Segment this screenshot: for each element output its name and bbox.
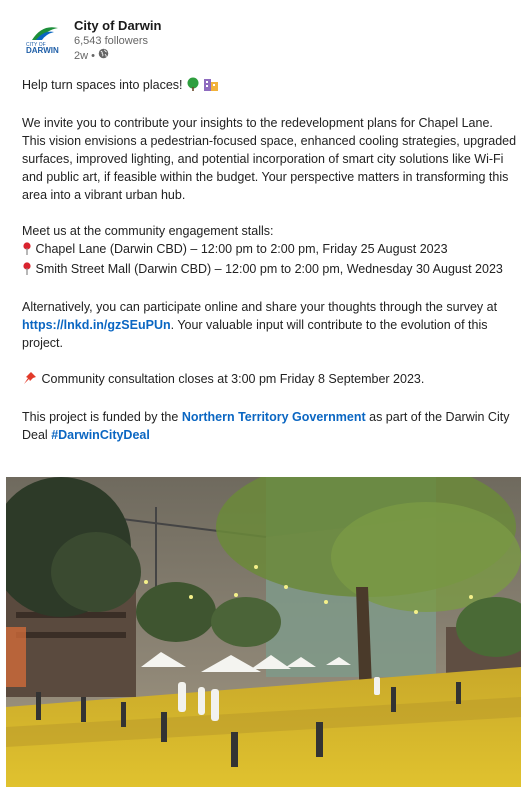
post-header: CITY OF DARWIN City of Darwin 6,543 foll… xyxy=(22,18,161,62)
closing-notice: Community consultation closes at 3:00 pm… xyxy=(22,370,517,390)
funding-statement: This project is funded by the Northern T… xyxy=(22,408,517,444)
svg-text:DARWIN: DARWIN xyxy=(26,46,59,55)
paragraph-invite: We invite you to contribute your insight… xyxy=(22,116,517,202)
headline-text: Help turn spaces into places! xyxy=(22,78,183,92)
post-time: 2w • xyxy=(74,48,161,63)
survey-link[interactable]: https://lnkd.in/gzSEuPUn xyxy=(22,318,171,332)
building-emoji-icon xyxy=(203,77,219,96)
hashtag-darwin-city-deal[interactable]: #DarwinCityDeal xyxy=(51,428,150,442)
city-of-darwin-logo[interactable]: CITY OF DARWIN xyxy=(22,18,66,62)
stall-chapel-lane-text: Chapel Lane (Darwin CBD) – 12:00 pm to 2… xyxy=(35,242,448,256)
linkedin-post: CITY OF DARWIN City of Darwin 6,543 foll… xyxy=(0,0,527,787)
closing-notice-text: Community consultation closes at 3:00 pm… xyxy=(41,372,425,386)
nt-government-link[interactable]: Northern Territory Government xyxy=(182,410,366,424)
chapel-lane-concept-illustration xyxy=(6,477,521,787)
pushpin-icon xyxy=(22,371,38,390)
funding-text-before: This project is funded by the xyxy=(22,410,182,424)
globe-icon xyxy=(98,48,109,63)
post-body: Help turn spaces into places! We invite … xyxy=(22,76,517,444)
follower-count: 6,543 followers xyxy=(74,35,148,47)
post-meta: City of Darwin 6,543 followers 2w • xyxy=(74,18,161,62)
pin-icon xyxy=(22,242,32,260)
pin-icon xyxy=(22,262,32,280)
stall-chapel-lane: Chapel Lane (Darwin CBD) – 12:00 pm to 2… xyxy=(22,240,517,260)
stall-smith-street: Smith Street Mall (Darwin CBD) – 12:00 p… xyxy=(22,260,517,280)
stall-smith-street-text: Smith Street Mall (Darwin CBD) – 12:00 p… xyxy=(35,262,503,276)
post-age: 2w • xyxy=(74,49,95,62)
author-name[interactable]: City of Darwin xyxy=(74,18,161,34)
headline: Help turn spaces into places! xyxy=(22,76,517,96)
paragraph-online: Alternatively, you can participate onlin… xyxy=(22,298,517,352)
online-text-before: Alternatively, you can participate onlin… xyxy=(22,300,498,314)
meet-us-text: Meet us at the community engagement stal… xyxy=(22,224,274,238)
post-image[interactable] xyxy=(6,477,521,787)
tree-emoji-icon xyxy=(186,77,200,96)
